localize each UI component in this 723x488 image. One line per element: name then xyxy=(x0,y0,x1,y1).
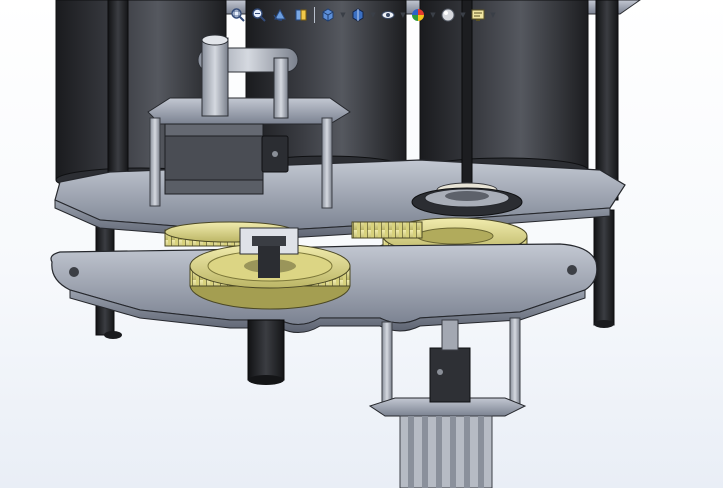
graphics-viewport[interactable] xyxy=(0,0,723,488)
zoom-to-area-button[interactable] xyxy=(249,5,269,25)
hide-show-items-button[interactable] xyxy=(378,5,398,25)
apply-scene-dropdown[interactable]: ▼ xyxy=(459,5,467,25)
apply-scene-button[interactable] xyxy=(438,5,458,25)
middle-plate xyxy=(54,159,626,241)
zoom-to-area-icon xyxy=(252,8,266,22)
hide-show-items-dropdown[interactable]: ▼ xyxy=(399,5,407,25)
timing-pulley xyxy=(399,415,493,488)
view-settings-button[interactable] xyxy=(468,5,488,25)
lower-bracket xyxy=(368,317,527,417)
view-orientation-button[interactable] xyxy=(318,5,338,25)
display-style-dropdown[interactable]: ▼ xyxy=(369,5,377,25)
zoom-to-fit-button[interactable] xyxy=(228,5,248,25)
toolbar-separator xyxy=(314,7,315,23)
upper-coupler xyxy=(261,135,289,173)
appearance-color-wheel-icon xyxy=(412,9,424,21)
display-style-button[interactable] xyxy=(348,5,368,25)
right-motor xyxy=(419,0,589,183)
view-orientation-dropdown[interactable]: ▼ xyxy=(339,5,347,25)
bearing-hub xyxy=(411,187,523,217)
section-view-icon xyxy=(295,9,307,21)
previous-view-button[interactable] xyxy=(270,5,290,25)
left-output-shaft xyxy=(247,319,285,385)
view-settings-dropdown[interactable]: ▼ xyxy=(489,5,497,25)
heads-up-view-toolbar: ▼ ▼ ▼ ▼ ▼ ▼ xyxy=(228,4,497,26)
shaded-with-edges-icon xyxy=(352,8,364,22)
hide-show-eye-icon xyxy=(381,11,395,19)
view-orientation-cube-icon xyxy=(322,8,334,22)
edit-appearance-dropdown[interactable]: ▼ xyxy=(429,5,437,25)
section-view-button[interactable] xyxy=(291,5,311,25)
previous-view-icon xyxy=(273,8,286,21)
edit-appearance-button[interactable] xyxy=(408,5,428,25)
view-settings-monitor-icon xyxy=(471,9,485,21)
zoom-to-fit-icon xyxy=(231,8,245,22)
scene-icon xyxy=(441,8,455,22)
